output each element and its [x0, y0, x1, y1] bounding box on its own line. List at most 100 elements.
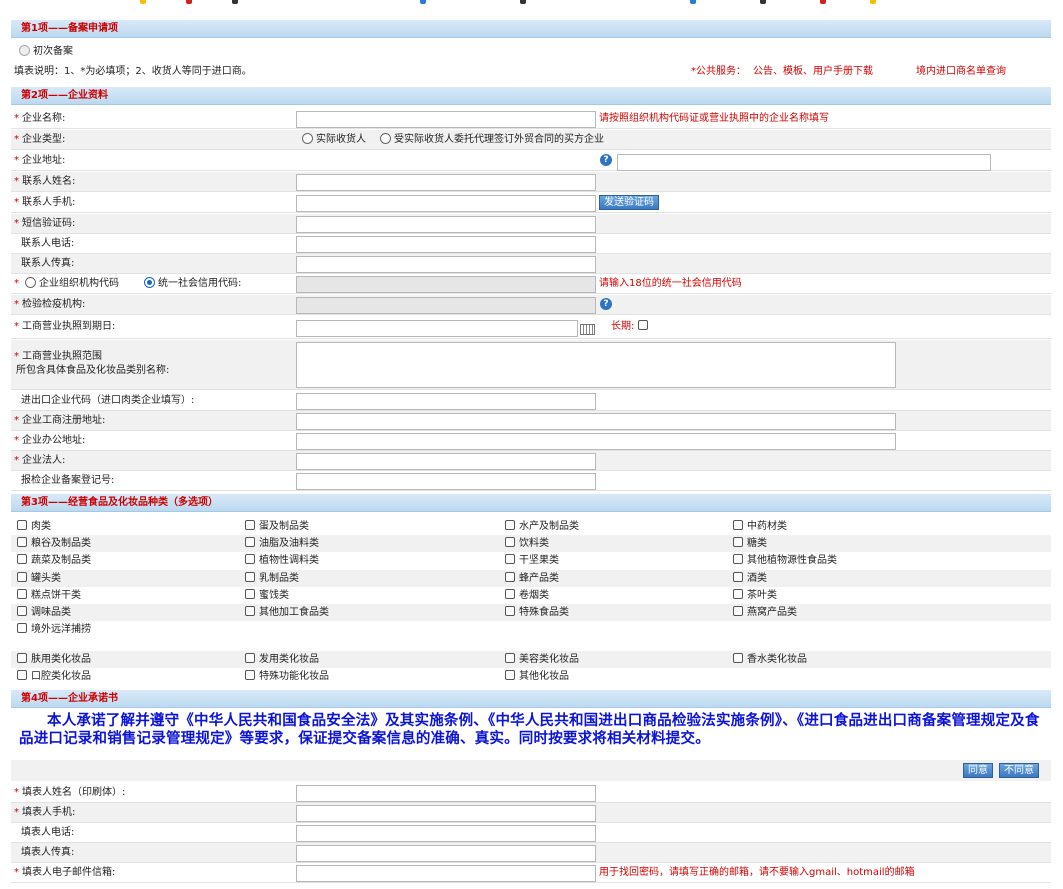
category-checkbox[interactable] [505, 653, 515, 663]
category-checkbox[interactable] [245, 520, 255, 530]
category-option[interactable]: 蔬菜及制品类 [17, 552, 91, 569]
company-address-input[interactable] [617, 154, 991, 171]
category-checkbox[interactable] [17, 571, 27, 582]
category-option[interactable]: 调味品类 [17, 604, 71, 621]
category-checkbox[interactable] [733, 537, 743, 548]
category-checkbox[interactable] [733, 653, 743, 663]
category-option[interactable]: 其他化妆品 [505, 668, 569, 685]
filler-phone-input[interactable] [296, 825, 596, 842]
category-option[interactable]: 蜂产品类 [505, 570, 559, 587]
inspection-agency-select[interactable] [296, 297, 596, 314]
category-option[interactable]: 香水类化妆品 [733, 651, 807, 668]
category-option[interactable]: 美容类化妆品 [505, 651, 579, 668]
license-scope-textarea[interactable] [296, 342, 896, 388]
category-checkbox[interactable] [17, 588, 27, 599]
office-address-input[interactable] [296, 433, 896, 450]
importer-query-link[interactable]: 境内进口商名单查询 [916, 62, 1006, 82]
contact-name-input[interactable] [296, 174, 596, 191]
category-option[interactable]: 蛋及制品类 [245, 518, 309, 535]
category-checkbox[interactable] [505, 520, 515, 530]
category-checkbox[interactable] [733, 588, 743, 599]
category-checkbox[interactable] [505, 554, 515, 565]
category-checkbox[interactable] [17, 606, 27, 616]
public-service-link[interactable]: 公告、模板、用户手册下载 [753, 62, 873, 82]
category-option[interactable]: 肉类 [17, 518, 51, 535]
category-checkbox[interactable] [17, 670, 27, 681]
category-option[interactable]: 酒类 [733, 570, 767, 587]
contact-mobile-input[interactable] [296, 195, 596, 212]
category-option[interactable]: 茶叶类 [733, 587, 777, 604]
type-agent-buyer-radio[interactable] [380, 133, 391, 144]
agency-help-icon[interactable]: ? [600, 298, 612, 310]
contact-phone-input[interactable] [296, 236, 596, 253]
category-checkbox[interactable] [733, 606, 743, 616]
credit-code-input[interactable] [296, 276, 596, 293]
import-export-code-input[interactable] [296, 393, 596, 410]
category-checkbox[interactable] [505, 606, 515, 616]
category-checkbox[interactable] [17, 623, 27, 634]
contact-fax-input[interactable] [296, 256, 596, 273]
category-option[interactable]: 干坚果类 [505, 552, 559, 569]
company-name-input[interactable] [296, 111, 596, 128]
category-checkbox[interactable] [245, 653, 255, 663]
filler-mobile-input[interactable] [296, 805, 596, 822]
type-agent-buyer-option[interactable]: 受实际收货人委托代理签订外贸合同的买方企业 [380, 130, 604, 150]
category-checkbox[interactable] [17, 537, 27, 548]
category-option[interactable]: 燕窝产品类 [733, 604, 797, 621]
filler-email-input[interactable] [296, 865, 596, 882]
org-code-option[interactable]: 企业组织机构代码 [25, 274, 119, 294]
category-checkbox[interactable] [245, 537, 255, 548]
first-filing-radio[interactable] [19, 45, 30, 56]
sms-code-input[interactable] [296, 216, 596, 233]
category-checkbox[interactable] [505, 537, 515, 548]
category-option[interactable]: 饮料类 [505, 535, 549, 552]
legal-person-input[interactable] [296, 453, 596, 470]
credit-code-option[interactable]: 统一社会信用代码: [144, 274, 241, 294]
category-option[interactable]: 卷烟类 [505, 587, 549, 604]
category-option[interactable]: 油脂及油料类 [245, 535, 319, 552]
category-checkbox[interactable] [17, 554, 27, 565]
category-option[interactable]: 其他加工食品类 [245, 604, 329, 621]
agree-button[interactable]: 同意 [963, 763, 993, 778]
long-term-checkbox[interactable] [637, 320, 648, 330]
category-checkbox[interactable] [245, 606, 255, 616]
category-checkbox[interactable] [17, 653, 27, 663]
category-checkbox[interactable] [245, 588, 255, 599]
category-option[interactable]: 植物性调料类 [245, 552, 319, 569]
category-option[interactable]: 粮谷及制品类 [17, 535, 91, 552]
category-option[interactable]: 肤用类化妆品 [17, 651, 91, 668]
category-option[interactable]: 糖类 [733, 535, 767, 552]
category-option[interactable]: 特殊食品类 [505, 604, 569, 621]
filler-fax-input[interactable] [296, 845, 596, 862]
address-help-icon[interactable]: ? [600, 154, 612, 166]
send-code-button[interactable]: 发送验证码 [599, 195, 659, 210]
category-checkbox[interactable] [733, 520, 743, 530]
category-checkbox[interactable] [505, 670, 515, 681]
first-filing-option[interactable]: 初次备案 [19, 42, 73, 62]
filler-name-input[interactable] [296, 785, 596, 802]
category-option[interactable]: 乳制品类 [245, 570, 299, 587]
type-actual-receiver-option[interactable]: 实际收货人 [302, 130, 366, 150]
category-option[interactable]: 特殊功能化妆品 [245, 668, 329, 685]
license-expiry-input[interactable] [296, 320, 578, 337]
category-option[interactable]: 水产及制品类 [505, 518, 579, 535]
registered-address-input[interactable] [296, 413, 896, 430]
category-checkbox[interactable] [733, 571, 743, 582]
category-checkbox[interactable] [17, 520, 27, 530]
category-checkbox[interactable] [505, 571, 515, 582]
category-checkbox[interactable] [245, 554, 255, 565]
type-actual-receiver-radio[interactable] [302, 133, 313, 144]
credit-code-radio[interactable] [144, 277, 155, 288]
org-code-radio[interactable] [25, 277, 36, 288]
inspection-record-input[interactable] [296, 473, 596, 490]
category-checkbox[interactable] [505, 588, 515, 599]
category-checkbox[interactable] [733, 554, 743, 565]
category-option[interactable]: 罐头类 [17, 570, 61, 587]
disagree-button[interactable]: 不同意 [999, 763, 1039, 778]
category-checkbox[interactable] [245, 670, 255, 681]
category-option[interactable]: 境外远洋捕捞 [17, 621, 91, 638]
category-option[interactable]: 蜜饯类 [245, 587, 289, 604]
calendar-icon[interactable] [580, 324, 595, 335]
category-option[interactable]: 其他植物源性食品类 [733, 552, 837, 569]
category-option[interactable]: 中药材类 [733, 518, 787, 535]
